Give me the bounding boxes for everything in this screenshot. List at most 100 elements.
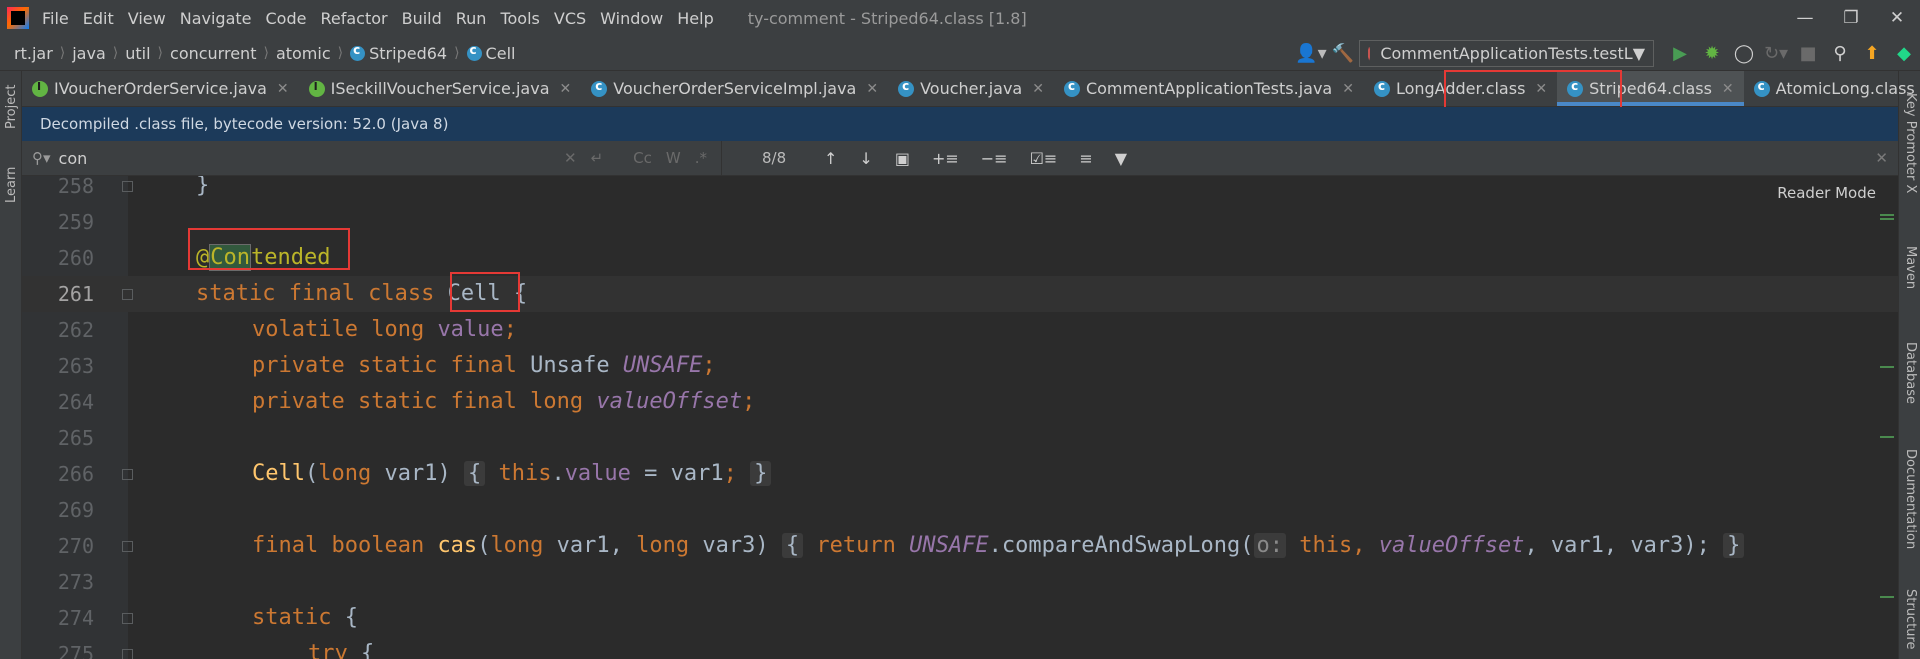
regex-toggle[interactable]: .* bbox=[695, 149, 707, 167]
context-options-icon[interactable]: ≡ bbox=[1079, 149, 1092, 168]
user-icon[interactable]: 👤▾ bbox=[1295, 36, 1327, 71]
learn-tool-button[interactable]: Learn bbox=[4, 167, 19, 203]
close-window-icon[interactable]: ✕ bbox=[1874, 0, 1920, 36]
menu-edit[interactable]: Edit bbox=[83, 9, 114, 28]
coverage-icon[interactable]: ◯ bbox=[1728, 36, 1760, 71]
menu-window[interactable]: Window bbox=[600, 9, 663, 28]
code-editor[interactable]: Reader Mode 258 } 259 260 @Contended 261… bbox=[22, 176, 1898, 659]
close-tab-icon[interactable]: ✕ bbox=[1032, 81, 1044, 97]
menu-help[interactable]: Help bbox=[677, 9, 713, 28]
fold-marker-icon[interactable] bbox=[122, 649, 133, 659]
code-line: 274 static { bbox=[22, 600, 1898, 636]
tab-voucher[interactable]: Voucher.java ✕ bbox=[888, 71, 1054, 106]
run-configuration-label: CommentApplicationTests.testL bbox=[1380, 44, 1633, 63]
search-everywhere-icon[interactable]: ⚲ bbox=[1824, 36, 1856, 71]
next-occurrence-icon[interactable]: ↓ bbox=[859, 149, 872, 168]
code-text: final boolean cas(long var1, long var3) … bbox=[252, 528, 1745, 564]
restore-icon[interactable]: ❐ bbox=[1828, 0, 1874, 36]
structure-tool-button[interactable]: Structure bbox=[1903, 589, 1918, 649]
select-all-occurrences-icon[interactable]: ▣ bbox=[895, 149, 910, 168]
class-icon bbox=[1373, 79, 1390, 97]
breadcrumb-atomic[interactable]: atomic bbox=[276, 44, 331, 63]
stop-icon[interactable]: ■ bbox=[1792, 36, 1824, 71]
menu-navigate[interactable]: Navigate bbox=[180, 9, 252, 28]
project-tool-button[interactable]: Project bbox=[4, 85, 19, 129]
parameter-hint: o: bbox=[1253, 533, 1286, 558]
build-hammer-icon[interactable]: 🔨 bbox=[1327, 36, 1359, 71]
parameter: var1, bbox=[556, 533, 623, 558]
close-tab-icon[interactable]: ✕ bbox=[1342, 81, 1354, 97]
chevron-right-icon: ⟩ bbox=[59, 45, 66, 61]
previous-occurrence-icon[interactable]: ↑ bbox=[824, 149, 837, 168]
menu-run[interactable]: Run bbox=[456, 9, 487, 28]
fold-marker-icon[interactable] bbox=[122, 541, 133, 552]
whole-words-toggle[interactable]: W bbox=[666, 149, 681, 167]
add-occurrence-icon[interactable]: +≡ bbox=[932, 149, 959, 168]
close-search-icon[interactable]: ✕ bbox=[1875, 149, 1888, 167]
tab-voucherorderserviceimpl[interactable]: VoucherOrderServiceImpl.java ✕ bbox=[581, 71, 888, 106]
breadcrumb-striped64[interactable]: Striped64 bbox=[350, 43, 448, 63]
run-configuration-select[interactable]: CommentApplicationTests.testL ▼ bbox=[1359, 40, 1654, 67]
search-icon[interactable]: ⚲▾ bbox=[32, 149, 51, 167]
menu-code[interactable]: Code bbox=[266, 9, 307, 28]
close-tab-icon[interactable]: ✕ bbox=[277, 81, 289, 97]
database-tool-button[interactable]: Database bbox=[1903, 342, 1918, 404]
static-field: UNSAFE bbox=[622, 353, 703, 378]
breadcrumb-java[interactable]: java bbox=[72, 44, 106, 63]
close-tab-icon[interactable]: ✕ bbox=[866, 81, 878, 97]
match-case-toggle[interactable]: Cc bbox=[633, 149, 652, 167]
documentation-tool-button[interactable]: Documentation bbox=[1903, 449, 1918, 549]
search-input[interactable] bbox=[58, 148, 559, 168]
breadcrumb-util[interactable]: util bbox=[125, 44, 150, 63]
menu-build[interactable]: Build bbox=[402, 9, 442, 28]
tab-atomiclong[interactable]: AtomicLong.class✕ bbox=[1744, 71, 1920, 106]
menu-bar: File Edit View Navigate Code Refactor Bu… bbox=[0, 0, 1920, 36]
close-tab-icon[interactable]: ✕ bbox=[560, 81, 572, 97]
decompiled-banner: Decompiled .class file, bytecode version… bbox=[22, 107, 1898, 141]
breadcrumb-cell[interactable]: Cell bbox=[466, 43, 515, 63]
left-tool-strip: Project Learn bbox=[0, 71, 22, 659]
class-icon bbox=[1063, 79, 1080, 97]
menu-vcs[interactable]: VCS bbox=[554, 9, 586, 28]
profile-icon[interactable]: ↻▾ bbox=[1760, 36, 1792, 71]
menu-file[interactable]: File bbox=[42, 9, 69, 28]
breadcrumb-label: Striped64 bbox=[369, 43, 448, 63]
intellij-logo-icon bbox=[7, 7, 29, 29]
keyword: this bbox=[498, 461, 552, 486]
clear-search-icon[interactable]: ✕ bbox=[564, 149, 577, 167]
fold-marker-icon[interactable] bbox=[122, 289, 133, 300]
key-promoter-tool-button[interactable]: Key Promoter X bbox=[1903, 93, 1918, 193]
fold-marker-icon[interactable] bbox=[122, 469, 133, 480]
fold-marker-icon[interactable] bbox=[122, 613, 133, 624]
chevron-right-icon: ⟩ bbox=[454, 45, 460, 61]
close-tab-icon[interactable]: ✕ bbox=[1722, 81, 1734, 97]
minimize-icon[interactable]: — bbox=[1782, 0, 1828, 36]
jetbrains-toolbox-icon[interactable]: ◆ bbox=[1888, 36, 1920, 71]
update-icon[interactable]: ⬆ bbox=[1856, 36, 1888, 71]
chevron-down-icon: ▼ bbox=[1632, 44, 1645, 63]
keyword: static final class bbox=[196, 281, 435, 306]
menu-view[interactable]: View bbox=[128, 9, 166, 28]
run-icon[interactable]: ▶ bbox=[1664, 36, 1696, 71]
menu-tools[interactable]: Tools bbox=[500, 9, 539, 28]
select-all-icon[interactable]: ☑≡ bbox=[1030, 149, 1058, 168]
debug-icon[interactable]: ✹ bbox=[1696, 36, 1728, 71]
tab-iseckillvoucherservice[interactable]: ISeckillVoucherService.java ✕ bbox=[299, 71, 582, 106]
filter-icon[interactable]: ▼ bbox=[1115, 149, 1127, 168]
menu-refactor[interactable]: Refactor bbox=[320, 9, 387, 28]
breadcrumb-rt-jar[interactable]: rt.jar bbox=[14, 44, 53, 63]
fold-marker-icon[interactable] bbox=[122, 181, 133, 192]
maven-tool-button[interactable]: Maven bbox=[1903, 246, 1918, 289]
code-text: try { bbox=[308, 636, 374, 659]
code-text: Cell(long var1) { this.value = var1; } bbox=[252, 456, 772, 492]
code-text: } bbox=[196, 176, 210, 198]
new-line-icon[interactable]: ↵ bbox=[591, 149, 604, 167]
tab-commentapplicationtests[interactable]: CommentApplicationTests.java ✕ bbox=[1054, 71, 1364, 106]
expression: = var1 bbox=[630, 461, 724, 486]
remove-occurrence-icon[interactable]: −≡ bbox=[981, 149, 1008, 168]
breadcrumb-concurrent[interactable]: concurrent bbox=[170, 44, 256, 63]
brace: { bbox=[361, 641, 375, 659]
tab-ivoucherorderservice[interactable]: IVoucherOrderService.java ✕ bbox=[22, 71, 299, 106]
code-line: 275 try { bbox=[22, 636, 1898, 659]
keyword: long bbox=[318, 461, 372, 486]
